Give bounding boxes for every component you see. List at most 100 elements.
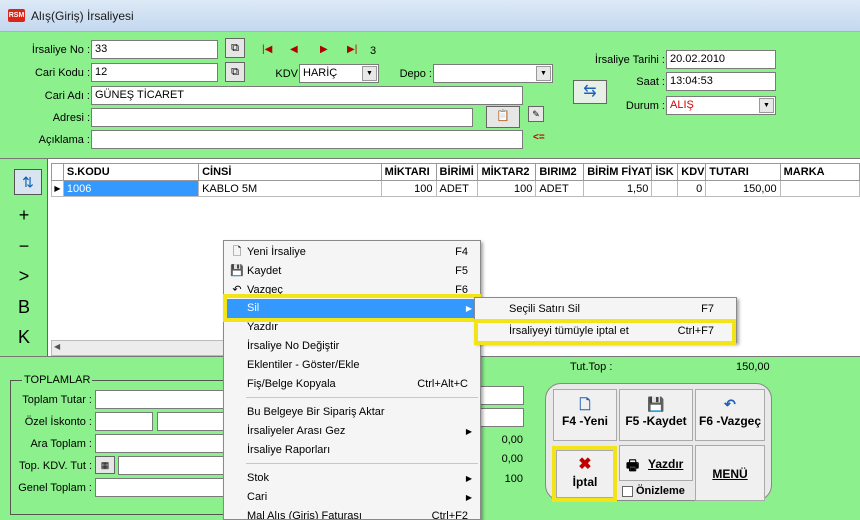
prev-record-icon[interactable]: ◀ xyxy=(290,43,298,57)
right-total-field[interactable] xyxy=(480,408,524,427)
menu-item-fis-kopyala[interactable]: Fiş/Belge Kopyala Ctrl+Alt+C xyxy=(224,375,480,394)
tarih-input[interactable]: 20.02.2010 xyxy=(666,50,776,69)
top-kdv-field[interactable] xyxy=(118,456,235,475)
adresi-input[interactable] xyxy=(91,108,473,127)
kdv-select[interactable]: HARİÇ ▼ xyxy=(299,64,379,83)
aciklama-input[interactable] xyxy=(91,130,523,149)
chevron-down-icon[interactable]: ▼ xyxy=(759,98,774,113)
add-row-button[interactable]: + xyxy=(0,203,48,227)
grid-options-icon[interactable]: ⇅ xyxy=(14,169,42,195)
preview-label: Önizleme xyxy=(636,485,685,497)
k-button[interactable]: K xyxy=(0,325,48,349)
menu-separator xyxy=(246,397,478,398)
menu-item-mal-alis-faturasi[interactable]: Mal Alış (Giriş) Faturası Ctrl+F2 xyxy=(224,507,480,520)
menu-item-irsaliye-no-degistir[interactable]: İrsaliye No Değiştir xyxy=(224,337,480,356)
submenu-item-delete-row[interactable]: Seçili Satırı Sil F7 xyxy=(475,300,736,319)
menu-item-stok[interactable]: Stok ▶ xyxy=(224,469,480,488)
menu-item-shortcut: F5 xyxy=(455,265,468,277)
depo-select[interactable]: ▼ xyxy=(433,64,553,83)
total-value: 100 xyxy=(504,473,523,485)
cari-kodu-input[interactable]: 12 xyxy=(91,63,218,82)
save-button[interactable]: 💾 F5 -Kaydet xyxy=(619,389,693,441)
durum-label: Durum : xyxy=(625,100,665,112)
print-button[interactable]: 🖶 Yazdır xyxy=(619,445,693,481)
void-highlight xyxy=(552,446,617,502)
cari-lookup-button[interactable]: ⧉ xyxy=(225,62,245,82)
column-header[interactable]: CİNSİ xyxy=(198,163,382,181)
table-cell[interactable]: KABLO 5M xyxy=(198,180,382,197)
menu-item-label: Cari xyxy=(247,491,268,503)
new-button[interactable]: 🗋 F4 -Yeni xyxy=(553,389,617,441)
tut-top-label: Tut.Top : xyxy=(570,361,613,373)
ozel-iskonto-percent-field[interactable] xyxy=(95,412,153,431)
menu-item-cari[interactable]: Cari ▶ xyxy=(224,488,480,507)
printer-icon: 🖶 xyxy=(626,457,640,473)
menu-button[interactable]: MENÜ xyxy=(695,445,765,501)
record-count: 3 xyxy=(370,45,377,57)
column-header[interactable]: MİKTARI xyxy=(380,163,437,181)
remove-row-button[interactable]: − xyxy=(0,234,48,258)
right-total-field[interactable] xyxy=(480,386,524,405)
submenu-item-shortcut: F7 xyxy=(701,303,714,315)
column-header[interactable]: İSK xyxy=(651,163,679,181)
saat-input[interactable]: 13:04:53 xyxy=(666,72,776,91)
saat-label: Saat : xyxy=(636,76,665,88)
menu-item-yeni-irsaliye[interactable]: 🗋 Yeni İrsaliye F4 xyxy=(224,243,480,262)
irsaliye-no-label: İrsaliye No : xyxy=(31,44,90,56)
table-cell[interactable]: 100 xyxy=(380,180,437,197)
back-arrow-icon[interactable]: <= xyxy=(533,132,545,143)
last-record-icon[interactable]: ▶| xyxy=(347,43,357,57)
table-cell[interactable]: ADET xyxy=(535,180,585,197)
table-cell[interactable] xyxy=(779,180,860,197)
genel-toplam-field[interactable] xyxy=(95,478,235,497)
column-header[interactable]: BIRIM2 xyxy=(535,163,585,181)
column-header[interactable]: BİRİMİ xyxy=(435,163,479,181)
next-record-icon[interactable]: ▶ xyxy=(320,43,328,57)
column-header[interactable]: MARKA xyxy=(779,163,860,181)
column-header[interactable]: TUTARI xyxy=(705,163,781,181)
current-row-icon: ▶ xyxy=(51,180,64,197)
column-header[interactable]: BİRİM FİYAT xyxy=(583,163,653,181)
table-cell[interactable] xyxy=(651,180,679,197)
irsaliye-no-input[interactable]: 33 xyxy=(91,40,218,59)
cari-kodu-label: Cari Kodu : xyxy=(34,67,90,79)
menu-item-eklentiler[interactable]: Eklentiler - Göster/Ekle xyxy=(224,356,480,375)
depo-label: Depo : xyxy=(399,68,432,80)
cari-adi-input[interactable]: GÜNEŞ TİCARET xyxy=(91,86,523,105)
table-cell[interactable]: ADET xyxy=(435,180,479,197)
chevron-down-icon[interactable]: ▼ xyxy=(362,66,377,81)
b-button[interactable]: B xyxy=(0,295,48,319)
kdv-label: KDV xyxy=(275,68,298,80)
irsaliye-lookup-button[interactable]: ⧉ xyxy=(225,38,245,58)
calculator-icon[interactable]: ▦ xyxy=(95,456,115,474)
menu-item-shortcut: Ctrl+F2 xyxy=(431,510,468,520)
column-header[interactable]: S.KODU xyxy=(62,163,200,181)
durum-select[interactable]: ALIŞ ▼ xyxy=(666,96,776,115)
menu-item-irsaliye-raporlari[interactable]: İrsaliye Raporları xyxy=(224,441,480,460)
table-cell[interactable]: 150,00 xyxy=(705,180,781,197)
menu-item-siparis-aktar[interactable]: Bu Belgeye Bir Sipariş Aktar xyxy=(224,403,480,422)
toplam-tutar-field[interactable] xyxy=(95,390,235,409)
menu-item-irsaliyeler-arasi-gez[interactable]: İrsaliyeler Arası Gez ▶ xyxy=(224,422,480,441)
preview-checkbox[interactable] xyxy=(622,486,633,497)
menu-item-kaydet[interactable]: 💾 Kaydet F5 xyxy=(224,262,480,281)
edit-address-icon[interactable]: ✎ xyxy=(528,106,544,122)
chevron-down-icon[interactable]: ▼ xyxy=(536,66,551,81)
first-record-icon[interactable]: |◀ xyxy=(262,43,272,57)
scroll-left-icon[interactable]: ◀ xyxy=(54,342,60,351)
table-cell[interactable]: 1006 xyxy=(62,180,200,197)
next-row-button[interactable]: > xyxy=(0,264,48,288)
ara-toplam-field[interactable] xyxy=(95,434,235,453)
address-book-button[interactable]: 📋 xyxy=(486,106,520,128)
table-cell[interactable]: 0 xyxy=(677,180,707,197)
column-header[interactable]: KDV xyxy=(677,163,707,181)
table-cell[interactable]: 100 xyxy=(477,180,537,197)
column-header[interactable]: MİKTAR2 xyxy=(477,163,537,181)
menu-item-label: Kaydet xyxy=(247,265,282,277)
row-indicator-header xyxy=(51,163,64,181)
table-cell[interactable]: 1,50 xyxy=(583,180,653,197)
title-bar: RSM Alış(Giriş) İrsaliyesi xyxy=(0,0,860,32)
table-row[interactable]: ▶ 1006 KABLO 5M 100 ADET 100 ADET 1,50 0… xyxy=(51,180,860,197)
cancel-button[interactable]: ↶ F6 -Vazgeç xyxy=(695,389,765,441)
horizontal-scrollbar[interactable]: ◀ xyxy=(51,340,231,356)
